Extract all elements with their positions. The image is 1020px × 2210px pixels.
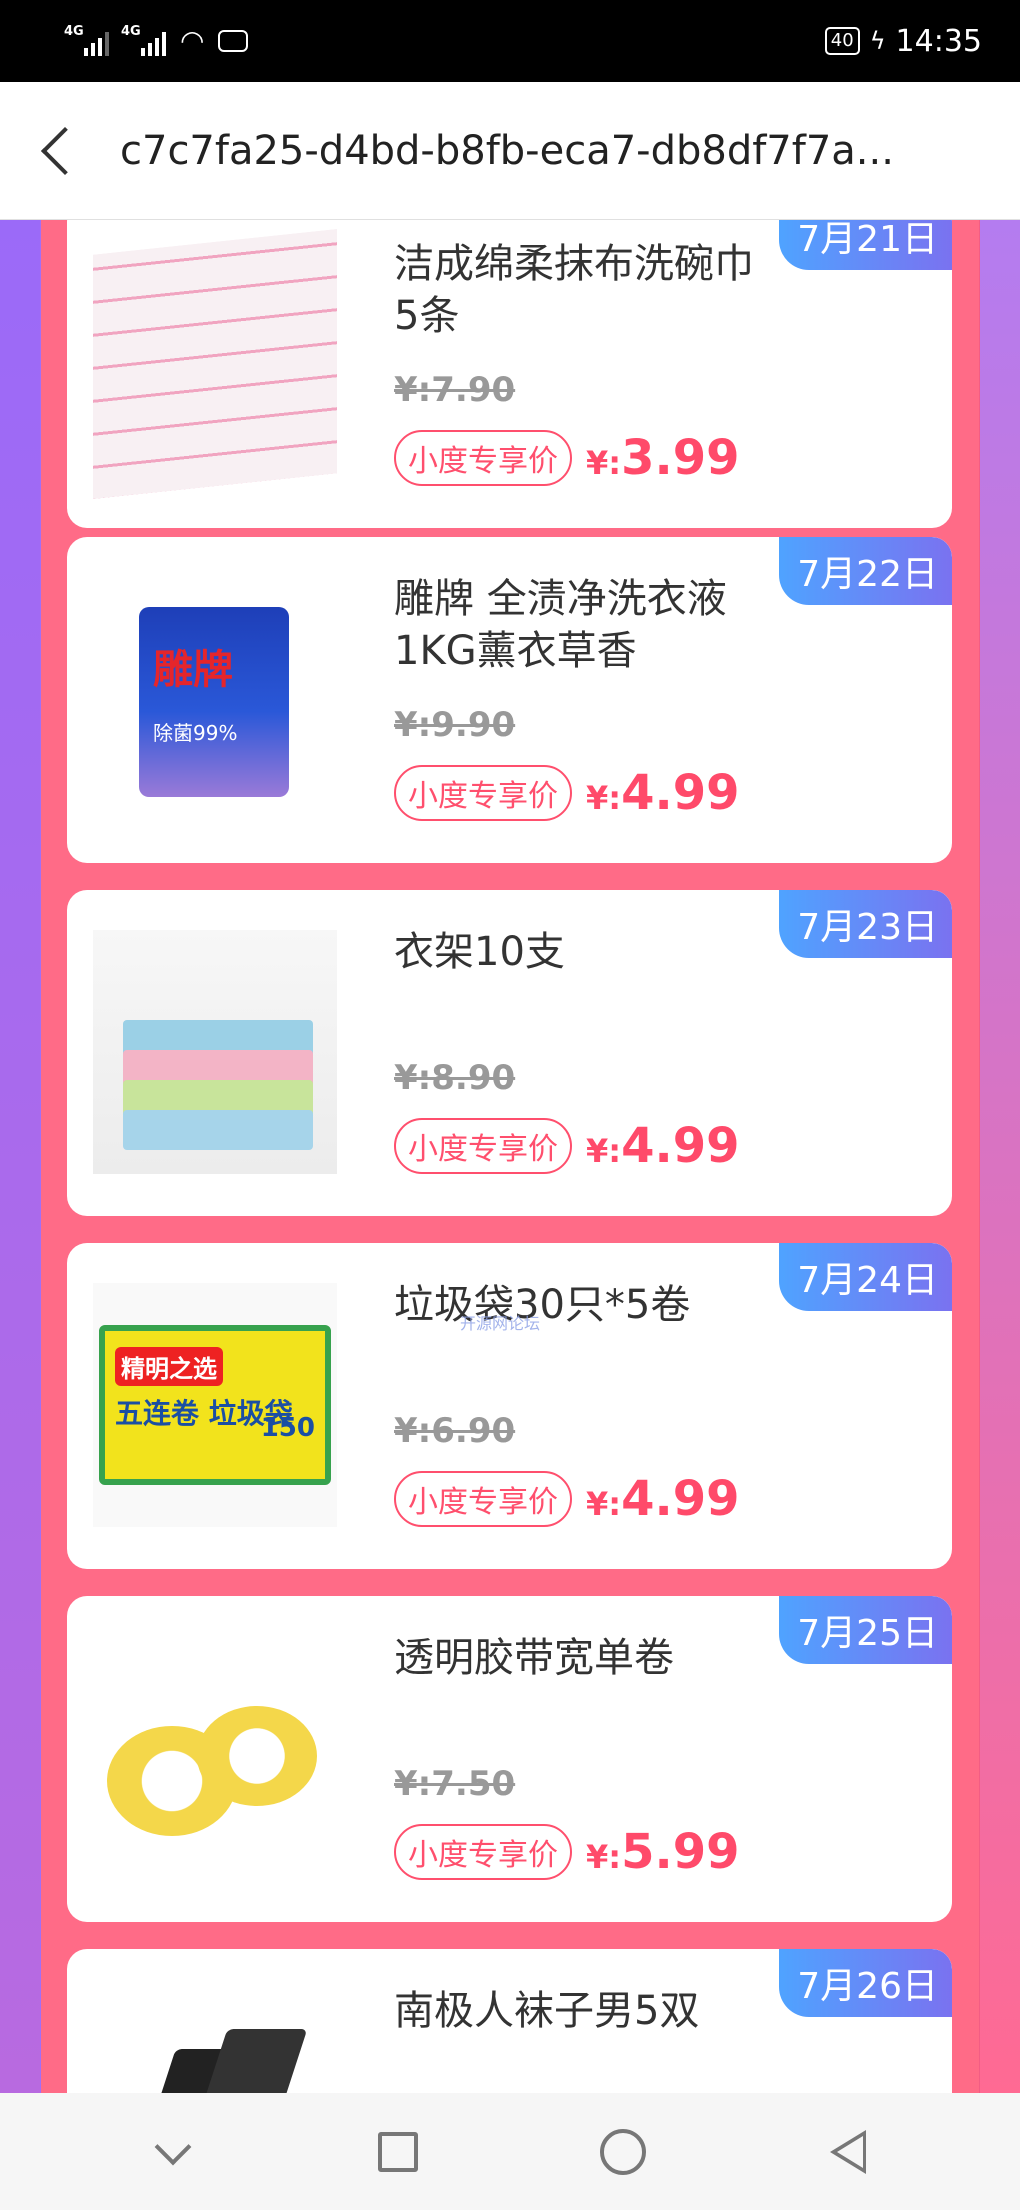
nav-home-button[interactable]: [593, 2122, 653, 2182]
charging-icon: ϟ: [869, 27, 886, 55]
price-value: 5.99: [621, 1824, 740, 1880]
yen-symbol: ¥:: [586, 1838, 622, 1876]
original-price: ¥:7.50: [394, 1764, 516, 1804]
product-card[interactable]: 精明之选 五连卷 垃圾袋 150 垃圾袋30只*5卷 ¥:6.90 小度专享价 …: [67, 1243, 952, 1569]
system-nav-bar: [0, 2093, 1020, 2210]
tape-roll-image: [197, 1706, 317, 1806]
square-icon: [377, 2131, 418, 2172]
product-image: [93, 1636, 337, 1880]
signal-icon-2: 4G: [121, 24, 166, 56]
nav-back-button[interactable]: [818, 2122, 878, 2182]
product-name: 衣架10支: [394, 929, 565, 975]
chevron-down-icon: [154, 2128, 191, 2165]
original-price: ¥:6.90: [394, 1411, 516, 1451]
sale-price: ¥:4.99: [586, 1118, 740, 1174]
price-value: 4.99: [621, 1118, 740, 1174]
product-name: 雕牌 全渍净洗衣液1KG薰衣草香: [394, 576, 727, 674]
product-list[interactable]: 洁成绵柔抹布洗碗巾5条 ¥:7.90 小度专享价 ¥:3.99 7月21日 雕牌…: [0, 220, 1020, 2093]
sale-price: ¥:5.99: [586, 1824, 740, 1880]
status-bar: 4G 4G ◠ 40 ϟ 14:35: [0, 0, 1020, 82]
promo-badge: 小度专享价: [394, 1471, 572, 1527]
promo-badge: 小度专享价: [394, 765, 572, 821]
date-tag: 7月25日: [779, 1596, 952, 1664]
date-tag: 7月26日: [779, 1949, 952, 2017]
price-row: 小度专享价 ¥:4.99: [394, 1118, 740, 1174]
bag-brand: 精明之选: [115, 1347, 223, 1386]
sale-price: ¥:3.99: [586, 430, 740, 486]
date-tag: 7月24日: [779, 1243, 952, 1311]
message-icon: [218, 30, 249, 52]
price-value: 3.99: [621, 430, 740, 486]
garbage-bag-pack-image: 精明之选 五连卷 垃圾袋 150: [99, 1325, 331, 1485]
product-card[interactable]: 雕牌 除菌99% 雕牌 全渍净洗衣液1KG薰衣草香 ¥:9.90 小度专享价 ¥…: [67, 537, 952, 863]
circle-icon: [599, 2128, 646, 2175]
price-value: 4.99: [621, 765, 740, 821]
promo-badge: 小度专享价: [394, 430, 572, 486]
original-price: ¥:9.90: [394, 705, 516, 745]
product-name: 南极人袜子男5双: [394, 1988, 700, 2034]
sale-price: ¥:4.99: [586, 1471, 740, 1527]
promo-badge: 小度专享价: [394, 1824, 572, 1880]
detergent-brand: 雕牌: [153, 647, 233, 693]
date-tag: 7月22日: [779, 537, 952, 605]
bag-count: 150: [260, 1413, 315, 1443]
original-price: ¥:8.90: [394, 1058, 516, 1098]
date-tag: 7月21日: [779, 220, 952, 270]
detergent-sub: 除菌99%: [153, 721, 238, 745]
yen-symbol: ¥:: [586, 1132, 622, 1170]
wifi-icon: ◠: [180, 24, 205, 57]
back-arrow-icon[interactable]: [40, 126, 90, 175]
nav-recents-button[interactable]: [368, 2122, 428, 2182]
nav-hide-button[interactable]: [143, 2122, 203, 2182]
triangle-back-icon: [829, 2129, 866, 2174]
title-bar: c7c7fa25-d4bd-b8fb-eca7-db8df7f7a...: [0, 82, 1020, 220]
product-image: 精明之选 五连卷 垃圾袋 150: [93, 1283, 337, 1527]
product-image: [93, 930, 337, 1174]
yen-symbol: ¥:: [586, 444, 622, 482]
signal-icon: 4G: [64, 24, 109, 56]
page-title: c7c7fa25-d4bd-b8fb-eca7-db8df7f7a...: [120, 127, 894, 174]
product-card[interactable]: 透明胶带宽单卷 ¥:7.50 小度专享价 ¥:5.99 7月25日: [67, 1596, 952, 1922]
promo-badge: 小度专享价: [394, 1118, 572, 1174]
product-image: [93, 229, 337, 499]
original-price: ¥:7.90: [394, 370, 516, 410]
product-name: 透明胶带宽单卷: [394, 1635, 674, 1681]
status-left: 4G 4G ◠: [64, 24, 249, 57]
product-image: [93, 1989, 337, 2093]
hanger-shape: [123, 1110, 313, 1150]
date-tag: 7月23日: [779, 890, 952, 958]
price-row: 小度专享价 ¥:5.99: [394, 1824, 740, 1880]
sale-price: ¥:4.99: [586, 765, 740, 821]
battery-icon: 40: [824, 27, 860, 55]
watermark: 开源网论坛: [460, 1314, 541, 1333]
network-type-1: 4G: [64, 24, 84, 39]
price-value: 4.99: [621, 1471, 740, 1527]
product-card[interactable]: 衣架10支 ¥:8.90 小度专享价 ¥:4.99 7月23日: [67, 890, 952, 1216]
product-name: 洁成绵柔抹布洗碗巾5条: [394, 241, 754, 339]
product-name: 垃圾袋30只*5卷: [394, 1282, 691, 1328]
price-row: 小度专享价 ¥:4.99: [394, 1471, 740, 1527]
clock: 14:35: [895, 23, 982, 59]
product-image: 雕牌 除菌99%: [93, 577, 337, 821]
yen-symbol: ¥:: [586, 779, 622, 817]
price-row: 小度专享价 ¥:3.99: [394, 430, 740, 486]
status-right: 40 ϟ 14:35: [824, 23, 982, 59]
network-type-2: 4G: [121, 24, 141, 39]
product-card[interactable]: 南极人袜子男5双 7月26日: [67, 1949, 952, 2093]
product-card[interactable]: 洁成绵柔抹布洗碗巾5条 ¥:7.90 小度专享价 ¥:3.99 7月21日: [67, 220, 952, 528]
yen-symbol: ¥:: [586, 1485, 622, 1523]
detergent-bag-image: 雕牌 除菌99%: [139, 607, 289, 797]
price-row: 小度专享价 ¥:4.99: [394, 765, 740, 821]
